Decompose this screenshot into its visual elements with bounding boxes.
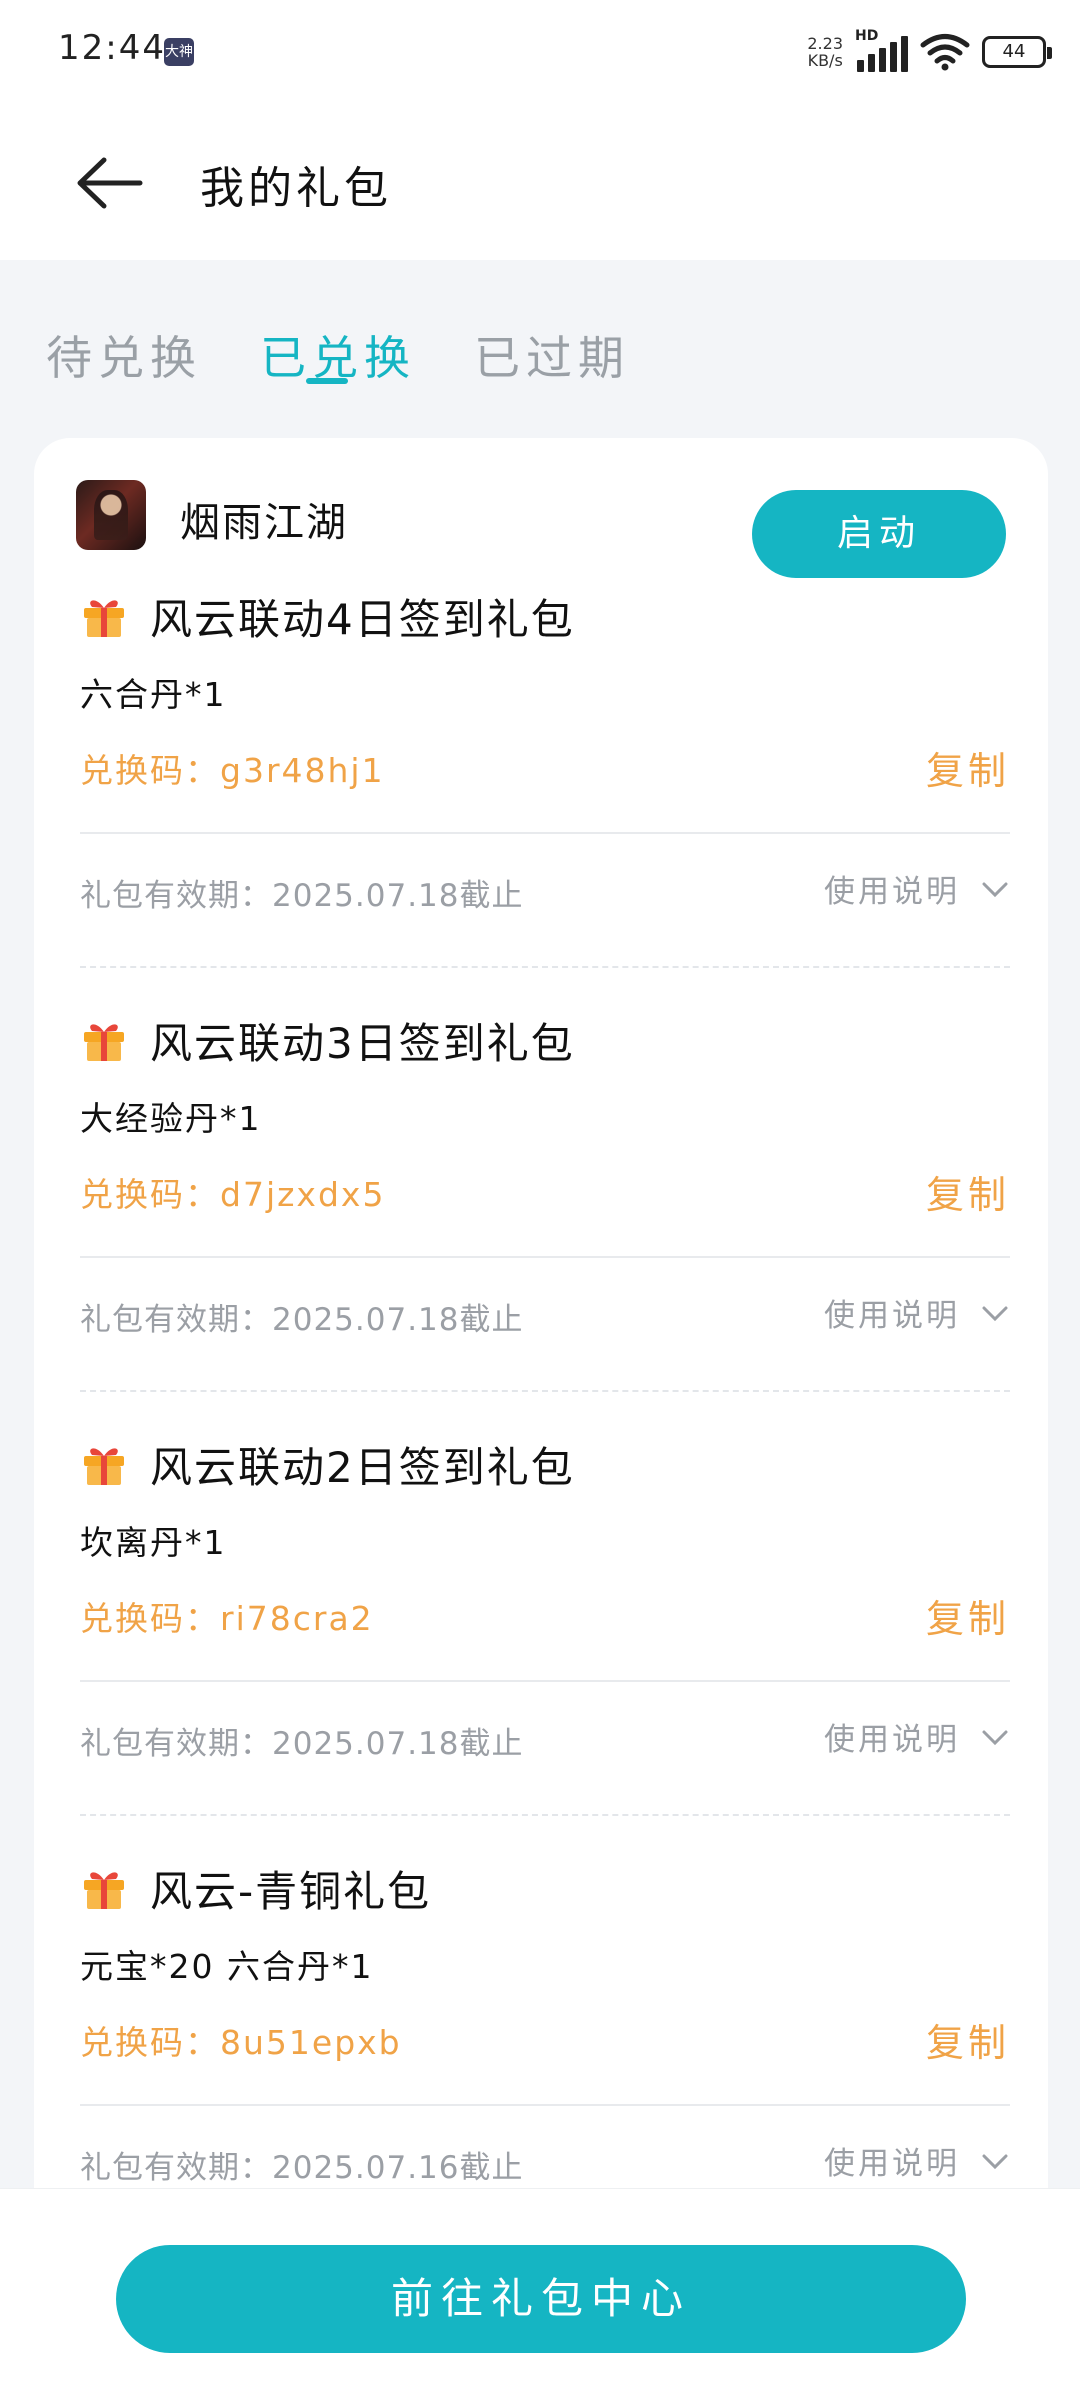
tab-pending[interactable]: 待兑换 bbox=[46, 322, 202, 388]
bottom-bar: 前往礼包中心 bbox=[0, 2188, 1080, 2400]
gift-icon bbox=[84, 1024, 124, 1061]
gift-contents: 元宝*20 六合丹*1 bbox=[80, 1947, 374, 1986]
usage-instructions-button[interactable]: 使用说明 bbox=[824, 1714, 1010, 1759]
gift-card: 烟雨江湖 启动 风云联动4日签到礼包 六合丹*1 兑换码：g3r48hj1 复制… bbox=[34, 438, 1048, 2400]
divider bbox=[80, 832, 1010, 834]
copy-button[interactable]: 复制 bbox=[926, 740, 1010, 795]
gift-contents: 坎离丹*1 bbox=[80, 1523, 227, 1562]
battery-level: 44 bbox=[1002, 41, 1026, 62]
network-speed-unit: KB/s bbox=[807, 51, 843, 70]
page-title: 我的礼包 bbox=[200, 163, 392, 214]
gift-title: 风云联动4日签到礼包 bbox=[150, 594, 575, 644]
back-arrow-icon bbox=[77, 157, 143, 209]
gift-title-row: 风云联动4日签到礼包 bbox=[80, 586, 575, 646]
active-tab-indicator bbox=[306, 378, 348, 384]
gift-expiry: 礼包有效期：2025.07.18截止 bbox=[80, 878, 524, 914]
usage-instructions-button[interactable]: 使用说明 bbox=[824, 866, 1010, 911]
tab-bar: 待兑换 已兑换 已过期 bbox=[0, 260, 1080, 410]
gift-icon bbox=[84, 1872, 124, 1909]
gift-title: 风云-青铜礼包 bbox=[150, 1866, 432, 1916]
network-speed-value: 2.23 bbox=[807, 34, 843, 53]
go-to-gift-center-button[interactable]: 前往礼包中心 bbox=[116, 2245, 966, 2353]
game-icon bbox=[76, 480, 146, 550]
gift-expiry: 礼包有效期：2025.07.18截止 bbox=[80, 1726, 524, 1762]
copy-button[interactable]: 复制 bbox=[926, 1164, 1010, 1219]
tab-expired[interactable]: 已过期 bbox=[474, 322, 630, 388]
chevron-down-icon bbox=[982, 1730, 1008, 1745]
game-name: 烟雨江湖 bbox=[180, 500, 348, 546]
game-row: 烟雨江湖 启动 bbox=[76, 480, 1006, 578]
wifi-icon bbox=[920, 34, 970, 71]
gift-expiry: 礼包有效期：2025.07.16截止 bbox=[80, 2150, 524, 2186]
redeem-code: 兑换码：8u51epxb bbox=[80, 2023, 402, 2062]
divider bbox=[80, 1256, 1010, 1258]
redeem-code: 兑换码：g3r48hj1 bbox=[80, 751, 385, 790]
divider bbox=[80, 2104, 1010, 2106]
gift-title: 风云联动2日签到礼包 bbox=[150, 1442, 575, 1492]
redeem-code: 兑换码：ri78cra2 bbox=[80, 1599, 374, 1638]
back-button[interactable] bbox=[70, 148, 150, 218]
chevron-down-icon bbox=[982, 882, 1008, 897]
gift-title: 风云联动3日签到礼包 bbox=[150, 1018, 575, 1068]
gift-icon bbox=[84, 1448, 124, 1485]
app-header: 我的礼包 bbox=[0, 110, 1080, 260]
status-bar: 12:44 大神 2.23 KB/s HD 44 bbox=[0, 0, 1080, 110]
battery-icon: 44 bbox=[982, 36, 1052, 68]
gift-icon bbox=[84, 600, 124, 637]
gift-title-row: 风云联动3日签到礼包 bbox=[80, 1010, 575, 1070]
usage-label: 使用说明 bbox=[824, 2146, 960, 2182]
chevron-down-icon bbox=[982, 1306, 1008, 1321]
copy-button[interactable]: 复制 bbox=[926, 1588, 1010, 1643]
dashen-app-icon: 大神 bbox=[164, 38, 194, 66]
status-time: 12:44 bbox=[58, 28, 166, 68]
usage-label: 使用说明 bbox=[824, 1722, 960, 1758]
usage-instructions-button[interactable]: 使用说明 bbox=[824, 2138, 1010, 2183]
copy-button[interactable]: 复制 bbox=[926, 2012, 1010, 2067]
hd-label: HD bbox=[855, 28, 879, 44]
dashed-divider bbox=[80, 1814, 1010, 1816]
gift-expiry: 礼包有效期：2025.07.18截止 bbox=[80, 1302, 524, 1338]
usage-label: 使用说明 bbox=[824, 874, 960, 910]
dashed-divider bbox=[80, 1390, 1010, 1392]
chevron-down-icon bbox=[982, 2154, 1008, 2169]
gift-contents: 六合丹*1 bbox=[80, 675, 227, 714]
gift-title-row: 风云联动2日签到礼包 bbox=[80, 1434, 575, 1494]
network-speed: 2.23 KB/s bbox=[807, 35, 843, 69]
launch-button[interactable]: 启动 bbox=[752, 490, 1006, 578]
usage-instructions-button[interactable]: 使用说明 bbox=[824, 1290, 1010, 1335]
usage-label: 使用说明 bbox=[824, 1298, 960, 1334]
redeem-code: 兑换码：d7jzxdx5 bbox=[80, 1175, 386, 1214]
divider bbox=[80, 1680, 1010, 1682]
gift-title-row: 风云-青铜礼包 bbox=[80, 1858, 431, 1918]
gift-contents: 大经验丹*1 bbox=[80, 1099, 262, 1138]
dashed-divider bbox=[80, 966, 1010, 968]
signal-icon: HD bbox=[855, 28, 908, 72]
status-indicators: 2.23 KB/s HD 44 bbox=[807, 28, 1052, 74]
